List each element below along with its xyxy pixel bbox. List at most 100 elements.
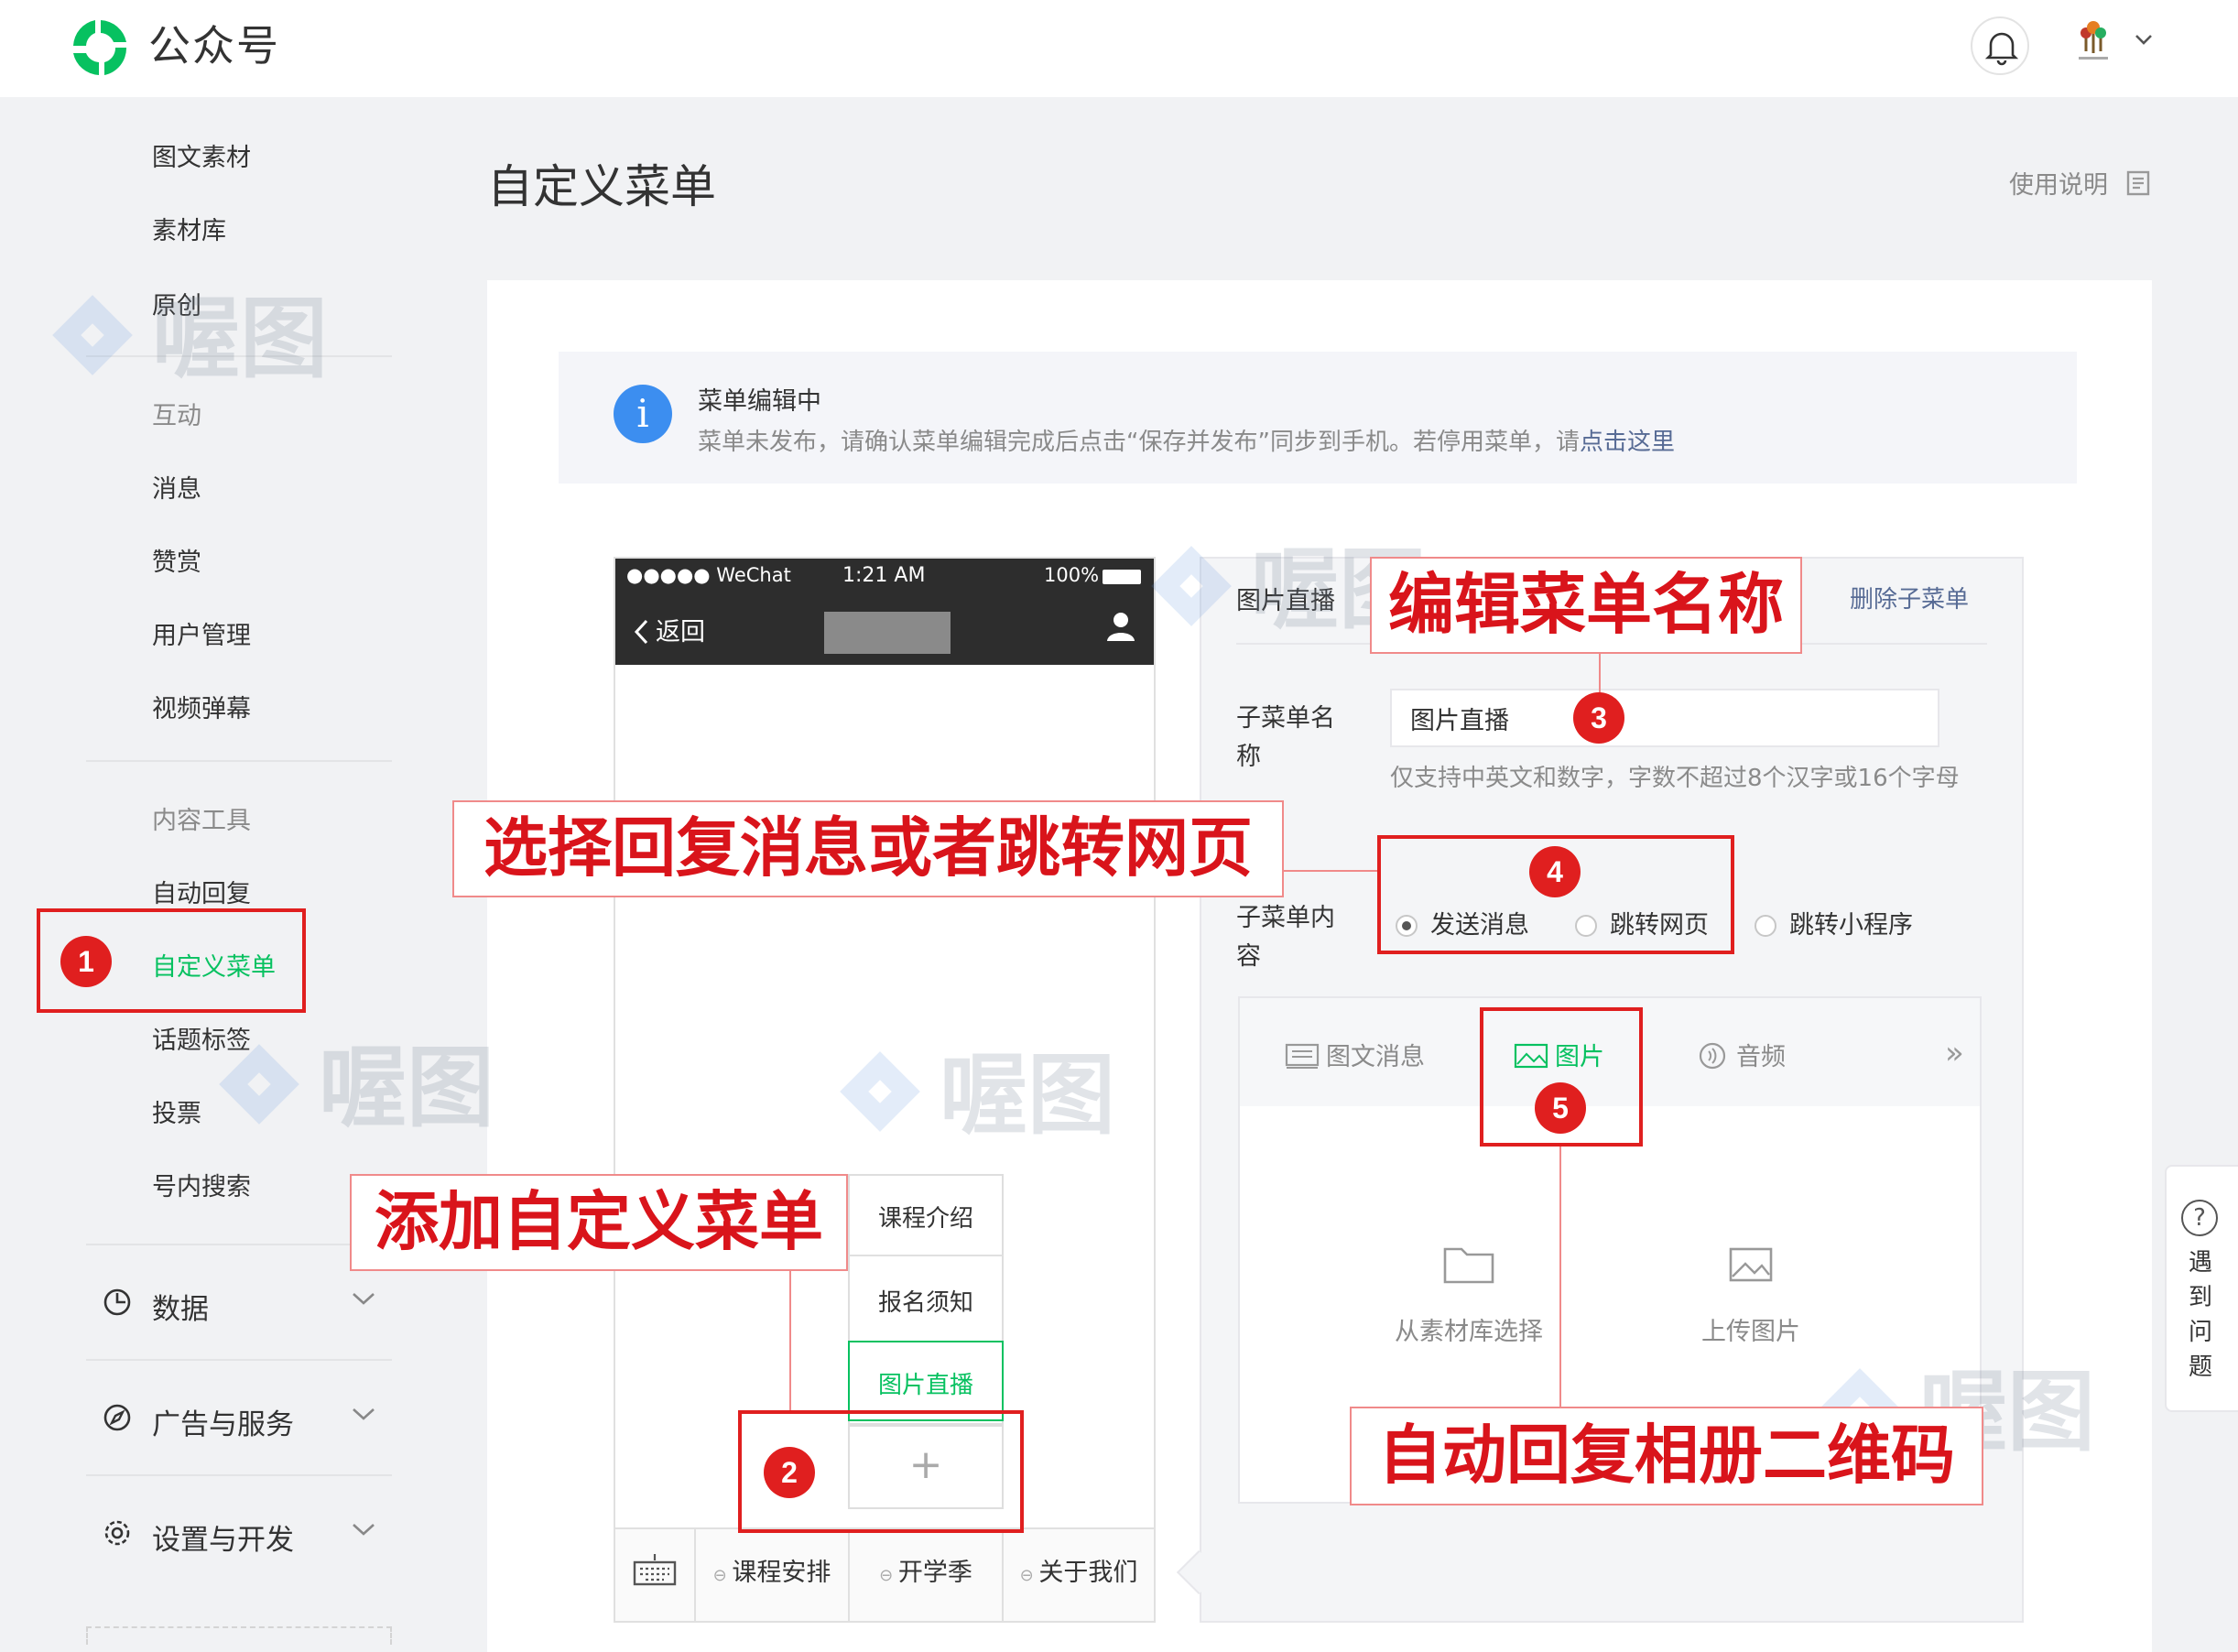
watermark-logo-icon — [52, 295, 133, 375]
radio-jump-miniprogram[interactable]: 跳转小程序 — [1755, 905, 1913, 940]
watermark: 喔图 — [219, 1016, 494, 1144]
notification-bell-button[interactable] — [1971, 16, 2029, 75]
sidebar-dashed-placeholder — [86, 1626, 392, 1645]
bottom-menu-opening[interactable]: ⊖ 开学季 — [848, 1527, 1002, 1621]
sidebar-group-data[interactable]: 数据 — [101, 1286, 375, 1326]
watermark-logo-icon — [1151, 546, 1232, 626]
folder-icon — [1443, 1247, 1494, 1284]
annotation-label-auto-reply-qrcode: 自动回复相册二维码 — [1350, 1407, 1983, 1505]
submenu-name-input[interactable] — [1390, 689, 1939, 747]
annotation-badge-2: 2 — [764, 1447, 815, 1498]
sidebar-group-label: 设置与开发 — [152, 1524, 294, 1557]
select-from-library-button[interactable]: 从素材库选择 — [1350, 1242, 1588, 1347]
annotation-label-choose-reply: 选择回复消息或者跳转网页 — [452, 800, 1284, 897]
annotation-connector — [1599, 654, 1601, 694]
tab-article-message[interactable]: 图文消息 — [1284, 1037, 1425, 1072]
bottom-menu-course-schedule[interactable]: ⊖ 课程安排 — [694, 1527, 848, 1621]
submenu-name-hint: 仅支持中英文和数字，字数不超过8个汉字或16个字母 — [1390, 765, 1960, 792]
sidebar-item-library[interactable]: 素材库 — [152, 211, 226, 246]
help-link-label: 使用说明 — [2009, 171, 2108, 200]
status-time: 1:21 AM — [842, 564, 926, 587]
info-icon: i — [614, 385, 672, 443]
sidebar-item-search[interactable]: 号内搜索 — [152, 1167, 251, 1202]
top-bar — [0, 0, 2238, 97]
radio-unchecked-icon — [1755, 915, 1776, 937]
bottom-menu-label: 课程安排 — [732, 1559, 831, 1587]
chevron-down-icon — [353, 1293, 375, 1305]
notice-text: 菜单未发布，请确认菜单编辑完成后点击“保存并发布”同步到手机。若停用菜单，请 — [698, 429, 1580, 456]
submenu-name-label: 子菜单名称 — [1236, 704, 1335, 771]
watermark-logo-icon — [840, 1051, 920, 1132]
sidebar-item-vote[interactable]: 投票 — [152, 1093, 201, 1129]
submenu-item-photo-live[interactable]: 图片直播 — [848, 1366, 1004, 1400]
annotation-label-add-menu: 添加自定义菜单 — [350, 1174, 848, 1271]
tab-label: 音频 — [1736, 1043, 1786, 1071]
sidebar-item-articles[interactable]: 图文素材 — [152, 137, 251, 173]
watermark-logo-icon — [219, 1044, 299, 1125]
bell-icon — [1985, 32, 2018, 66]
tab-audio[interactable]: 音频 — [1694, 1037, 1786, 1072]
more-tabs-icon[interactable]: » — [1945, 1035, 1964, 1071]
media-option-label: 从素材库选择 — [1395, 1318, 1543, 1346]
submenu-item-course-intro[interactable]: 课程介绍 — [848, 1200, 1004, 1234]
sidebar-section-tools: 内容工具 — [152, 807, 251, 835]
help-link[interactable]: 使用说明 — [2009, 165, 2151, 201]
annotation-connector — [789, 1271, 791, 1410]
annotation-badge-5: 5 — [1535, 1082, 1586, 1134]
notice-banner — [559, 352, 2077, 484]
sidebar-divider — [86, 1474, 392, 1476]
sidebar-item-danmaku[interactable]: 视频弹幕 — [152, 689, 251, 724]
bottom-menu-label: 开学季 — [897, 1559, 972, 1587]
sidebar-item-auto-reply[interactable]: 自动回复 — [152, 874, 251, 909]
blurred-account-name — [824, 612, 951, 654]
sidebar-group-label: 广告与服务 — [152, 1408, 294, 1441]
radio-label: 跳转小程序 — [1789, 911, 1913, 940]
account-avatar[interactable] — [2066, 15, 2121, 70]
app-title: 公众号 — [148, 21, 280, 71]
bottom-menu-label: 关于我们 — [1038, 1559, 1138, 1587]
submenu-item-registration[interactable]: 报名须知 — [848, 1284, 1004, 1318]
watermark: 喔图 — [840, 1024, 1115, 1151]
chevron-down-icon — [353, 1408, 375, 1420]
battery-icon — [1103, 570, 1141, 584]
article-icon — [1285, 1043, 1320, 1069]
image-icon — [1729, 1247, 1773, 1282]
sidebar-group-settings[interactable]: 设置与开发 — [101, 1516, 375, 1557]
sidebar-group-label: 数据 — [152, 1293, 209, 1326]
chevron-left-icon — [634, 619, 648, 645]
delete-submenu-link[interactable]: 删除子菜单 — [1850, 581, 1969, 614]
annotation-connector — [1559, 1147, 1561, 1408]
keyboard-icon[interactable] — [632, 1551, 678, 1588]
annotation-badge-4: 4 — [1529, 846, 1581, 897]
person-icon[interactable] — [1104, 610, 1137, 643]
document-icon — [2126, 170, 2149, 196]
sidebar-item-reward[interactable]: 赞赏 — [152, 542, 201, 578]
bottom-menu-about-us[interactable]: ⊖ 关于我们 — [1002, 1527, 1154, 1621]
chevron-down-icon — [353, 1524, 375, 1536]
sidebar-divider — [86, 1244, 392, 1245]
annotation-badge-1: 1 — [60, 936, 112, 987]
sidebar-divider — [86, 760, 392, 762]
disable-menu-link[interactable]: 点击这里 — [1580, 429, 1675, 456]
submenu-divider — [848, 1255, 1004, 1256]
status-carrier: ●●●●● WeChat — [626, 564, 791, 586]
notice-description: 菜单未发布，请确认菜单编辑完成后点击“保存并发布”同步到手机。若停用菜单，请点击… — [698, 423, 1675, 457]
chevron-down-icon[interactable] — [2134, 33, 2154, 46]
back-label: 返回 — [656, 618, 705, 647]
question-icon: ? — [2181, 1200, 2218, 1236]
annotation-label-edit-name: 编辑菜单名称 — [1370, 557, 1802, 654]
upload-image-button[interactable]: 上传图片 — [1632, 1242, 1870, 1347]
audio-icon — [1699, 1042, 1726, 1070]
annotation-badge-3: 3 — [1573, 692, 1624, 744]
sidebar-item-users[interactable]: 用户管理 — [152, 615, 251, 651]
tab-label: 图文消息 — [1326, 1043, 1425, 1071]
sidebar-group-ads[interactable]: 广告与服务 — [101, 1401, 375, 1441]
sidebar-item-messages[interactable]: 消息 — [152, 469, 201, 505]
submenu-content-label: 子菜单内容 — [1236, 904, 1335, 971]
notice-title: 菜单编辑中 — [698, 387, 821, 416]
sidebar-section-interaction: 互动 — [152, 402, 201, 430]
back-button[interactable]: 返回 — [632, 612, 705, 647]
wechat-official-logo-icon[interactable] — [68, 15, 134, 81]
page-title: 自定义菜单 — [487, 160, 716, 213]
pie-chart-icon — [103, 1288, 131, 1316]
